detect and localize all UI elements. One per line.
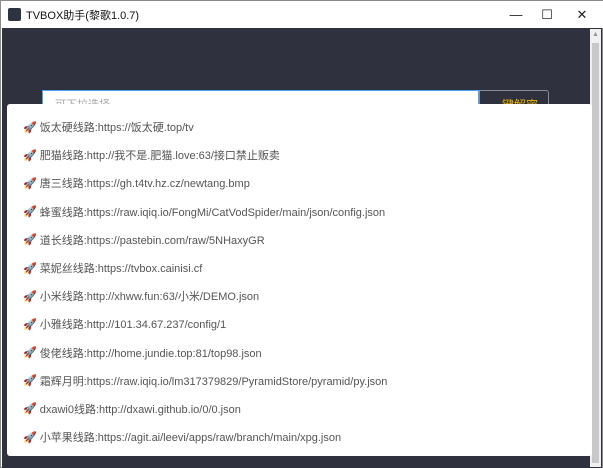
rocket-icon: 🚀 (23, 177, 37, 190)
option-label: 俊佬线路:http://home.jundie.top:81/top98.jso… (39, 347, 262, 360)
rocket-icon: 🚀 (23, 290, 37, 303)
dropdown-option[interactable]: 🚀 俊佬线路:http://home.jundie.top:81/top98.js… (7, 339, 592, 367)
app-icon (8, 8, 21, 21)
close-button[interactable]: ✕ (567, 1, 597, 28)
rocket-icon: 🚀 (23, 431, 37, 444)
rocket-icon: 🚀 (23, 121, 37, 134)
dropdown-option[interactable]: 🚀 小雅线路:http://101.34.67.237/config/1 (7, 310, 592, 338)
rocket-icon: 🚀 (23, 149, 37, 162)
source-dropdown: 🚀 饭太硬线路:https://饭太硬.top/tv 🚀 肥猫线路:http://我不… (7, 96, 592, 456)
dropdown-option[interactable]: 🚀 dxawi0线路:http://dxawi.github.io/0/0.jso… (7, 395, 592, 423)
title-bar: TVBOX助手(黎歌1.0.7) — ☐ ✕ (1, 1, 603, 28)
rocket-icon: 🚀 (23, 318, 37, 331)
option-label: 小雅线路:http://101.34.67.237/config/1 (39, 319, 227, 332)
scroll-up-icon[interactable]: ▲ (590, 29, 601, 41)
option-label: 肥猫线路:http://我不是.肥猫.love:63/接口禁止贩卖 (39, 150, 280, 163)
option-label: 道长线路:https://pastebin.com/raw/5NHaxyGR (39, 234, 265, 247)
dropdown-option[interactable]: 🚀 霜辉月明:https://raw.iqiq.io/lm317379829/Py… (7, 367, 592, 395)
dropdown-option[interactable]: 🚀 蜂蜜线路:https://raw.iqiq.io/FongMi/CatVodS… (7, 198, 592, 226)
maximize-button[interactable]: ☐ (532, 1, 562, 28)
rocket-icon: 🚀 (23, 234, 37, 247)
dropdown-option[interactable]: 🚀 饭太硬线路:https://饭太硬.top/tv (7, 113, 592, 141)
option-label: 小米线路:http://xhww.fun:63/小米/DEMO.json (39, 291, 260, 304)
dropdown-option[interactable]: 🚀 唐三线路:https://gh.t4tv.hz.cz/newtang.bmp (7, 169, 592, 197)
dropdown-option[interactable]: 🚀 肥猫线路:http://我不是.肥猫.love:63/接口禁止贩卖 (7, 141, 592, 169)
option-label: 霜辉月明:https://raw.iqiq.io/lm317379829/Pyr… (39, 375, 388, 388)
rocket-icon: 🚀 (23, 375, 37, 388)
option-label: dxawi0线路:http://dxawi.github.io/0/0.json (39, 403, 241, 416)
rocket-icon: 🚀 (23, 403, 37, 416)
dropdown-option[interactable]: 🚀 菜妮丝线路:https://tvbox.cainisi.cf (7, 254, 592, 282)
rocket-icon: 🚀 (23, 347, 37, 360)
rocket-icon: 🚀 (23, 262, 37, 275)
minimize-button[interactable]: — (501, 1, 531, 28)
dropdown-option[interactable]: 🚀 道长线路:https://pastebin.com/raw/5NHaxyGR (7, 226, 592, 254)
dropdown-option[interactable]: 🚀 小米线路:http://xhww.fun:63/小米/DEMO.json (7, 282, 592, 310)
rocket-icon: 🚀 (23, 206, 37, 219)
option-label: 蜂蜜线路:https://raw.iqiq.io/FongMi/CatVodSp… (39, 206, 386, 219)
option-label: 小苹果线路:https://agit.ai/leevi/apps/raw/bra… (39, 432, 342, 445)
option-label: 唐三线路:https://gh.t4tv.hz.cz/newtang.bmp (39, 178, 250, 191)
scrollbar-thumb[interactable] (592, 43, 599, 463)
window-title: TVBOX助手(黎歌1.0.7) (26, 9, 140, 22)
option-label: 菜妮丝线路:https://tvbox.cainisi.cf (39, 263, 203, 276)
option-label: 饭太硬线路:https://饭太硬.top/tv (39, 122, 194, 135)
dropdown-option[interactable]: 🚀 小苹果线路:https://agit.ai/leevi/apps/raw/br… (7, 423, 592, 451)
